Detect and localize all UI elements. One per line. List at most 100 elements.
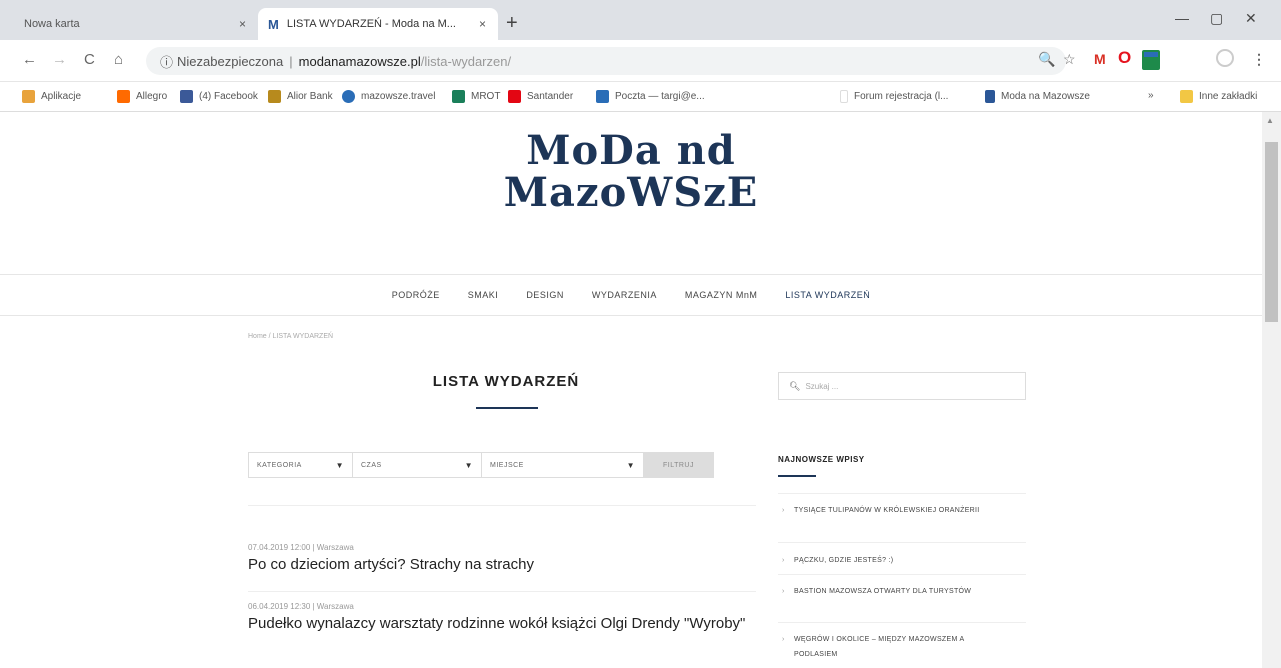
bookmark-aplikacje[interactable]: Aplikacje xyxy=(22,90,81,103)
logo-line-2: MazoWSzE xyxy=(503,169,759,216)
search-icon: 🔍︎ xyxy=(789,380,801,391)
mazowsze-travel-icon xyxy=(342,90,355,103)
tab-label: LISTA WYDARZEŃ - Moda na M... xyxy=(286,18,456,30)
bookmark-alior-bank[interactable]: Alior Bank xyxy=(268,90,333,103)
bookmark-mazowsze-travel[interactable]: mazowsze.travel xyxy=(342,90,435,103)
new-tab-button[interactable]: + xyxy=(506,12,518,35)
profile-icon[interactable] xyxy=(1216,49,1234,67)
site-favicon-icon: M xyxy=(268,16,279,32)
bullet-icon: › xyxy=(782,557,785,564)
nav-smaki[interactable]: SMAKI xyxy=(454,290,513,300)
gmail-extension-icon[interactable]: M xyxy=(1094,51,1106,67)
tab-close-icon[interactable]: × xyxy=(239,17,246,31)
page-title: LISTA WYDARZEŃ xyxy=(432,373,580,390)
bookmark-allegro[interactable]: Allegro xyxy=(117,90,167,103)
event-meta: 06.04.2019 12:30 | Warszawa xyxy=(248,602,354,611)
tab-new-tab[interactable]: Nowa karta × xyxy=(14,8,258,40)
browser-tab-bar: Nowa karta × M LISTA WYDARZEŃ - Moda na … xyxy=(0,0,1281,40)
divider xyxy=(778,622,1026,623)
event-title-link[interactable]: Po co dzieciom artyści? Strachy na strac… xyxy=(248,555,768,575)
outlook-icon xyxy=(596,90,609,103)
apps-icon xyxy=(22,90,35,103)
tab-label: Nowa karta xyxy=(24,18,80,30)
reload-icon[interactable]: C xyxy=(84,51,95,68)
chevron-down-icon: ▼ xyxy=(626,460,635,470)
bookmark-mrot[interactable]: MROT xyxy=(452,90,500,103)
url-path: /lista-wydarzen/ xyxy=(420,53,512,69)
title-underline xyxy=(476,407,538,409)
close-window-button[interactable]: ✕ xyxy=(1245,10,1257,27)
recent-post-link[interactable]: › TYSIĄCE TULIPANÓW W KRÓLEWSKIEJ ORANŻE… xyxy=(782,503,1002,518)
tab-close-icon[interactable]: × xyxy=(479,17,486,31)
divider xyxy=(248,591,756,592)
nav-magazyn[interactable]: MAGAZYN MnM xyxy=(671,290,772,300)
security-label: Niezabezpieczona xyxy=(177,53,284,69)
recent-post-link[interactable]: › WĘGRÓW I OKOLICE – MIĘDZY MAZOWSZEM A … xyxy=(782,632,1002,662)
nav-podroze[interactable]: PODRÓŻE xyxy=(378,290,454,300)
breadcrumb[interactable]: Home / LISTA WYDARZEŃ xyxy=(248,333,333,340)
time-select-label: CZAS xyxy=(361,461,382,469)
allegro-icon xyxy=(117,90,130,103)
search-placeholder: Szukaj ... xyxy=(805,381,839,391)
bookmark-forum[interactable]: Forum rejestracja (l... xyxy=(840,90,948,103)
minimize-button[interactable]: — xyxy=(1175,10,1189,26)
tab-lista-wydarzen[interactable]: M LISTA WYDARZEŃ - Moda na M... × xyxy=(258,8,498,40)
bookmarks-overflow-button[interactable]: » xyxy=(1148,90,1154,101)
scroll-up-icon[interactable]: ▲ xyxy=(1266,116,1274,125)
folder-icon xyxy=(1180,90,1193,103)
search-input[interactable]: 🔍︎ Szukaj ... xyxy=(778,372,1026,400)
zoom-icon[interactable]: 🔍 xyxy=(1038,51,1055,68)
menu-icon[interactable]: ⋮ xyxy=(1252,51,1266,68)
nav-lista-wydarzen[interactable]: LISTA WYDARZEŃ xyxy=(771,290,884,300)
bookmarks-bar: Aplikacje Allegro (4) Facebook Alior Ban… xyxy=(0,82,1281,112)
address-bar[interactable]: ⓘ Niezabezpieczona | modanamazowsze.pl /… xyxy=(146,47,1066,75)
opera-extension-icon[interactable]: O xyxy=(1118,48,1131,68)
chevron-down-icon: ▼ xyxy=(335,460,344,470)
address-separator: | xyxy=(289,53,293,69)
maximize-button[interactable]: ▢ xyxy=(1210,10,1223,27)
recent-post-link[interactable]: › BASTION MAZOWSZA OTWARTY DLA TURYSTÓW xyxy=(782,584,1002,599)
facebook-icon xyxy=(180,90,193,103)
browser-toolbar: ← → C ⌂ ⓘ Niezabezpieczona | modanamazow… xyxy=(0,40,1281,82)
place-select[interactable]: MIEJSCE ▼ xyxy=(482,453,644,477)
bookmark-moda-na-mazowsze[interactable]: Moda na Mazowsze xyxy=(985,90,1090,103)
nav-design[interactable]: DESIGN xyxy=(512,290,578,300)
back-icon[interactable]: ← xyxy=(22,51,37,68)
bookmark-facebook[interactable]: (4) Facebook xyxy=(180,90,258,103)
divider xyxy=(778,542,1026,543)
url-host: modanamazowsze.pl xyxy=(298,53,421,69)
bookmark-star-icon[interactable]: ☆ xyxy=(1063,51,1076,68)
time-select[interactable]: CZAS ▼ xyxy=(353,453,482,477)
info-icon[interactable]: ⓘ xyxy=(160,52,173,71)
page-icon xyxy=(840,90,848,103)
bullet-icon: › xyxy=(782,507,785,514)
extension-icon[interactable] xyxy=(1142,50,1160,70)
forward-icon[interactable]: → xyxy=(52,51,67,68)
nav-wydarzenia[interactable]: WYDARZENIA xyxy=(578,290,671,300)
chevron-down-icon: ▼ xyxy=(464,460,473,470)
main-navigation: PODRÓŻE SMAKI DESIGN WYDARZENIA MAGAZYN … xyxy=(0,274,1262,316)
category-select[interactable]: KATEGORIA ▼ xyxy=(249,453,353,477)
home-icon[interactable]: ⌂ xyxy=(114,51,123,68)
divider xyxy=(778,574,1026,575)
recent-post-link[interactable]: › PĄCZKU, GDZIE JESTEŚ? :) xyxy=(782,553,1002,568)
site-logo[interactable]: MoDa nd MazoWSzE xyxy=(0,130,1262,214)
bookmark-poczta[interactable]: Poczta — targi@e... xyxy=(596,90,705,103)
page-scrollbar[interactable]: ▲ xyxy=(1262,112,1281,668)
scroll-thumb[interactable] xyxy=(1265,142,1278,322)
santander-icon xyxy=(508,90,521,103)
category-select-label: KATEGORIA xyxy=(257,461,302,469)
place-select-label: MIEJSCE xyxy=(490,461,524,469)
sidebar-heading: NAJNOWSZE WPISY xyxy=(778,455,865,464)
bullet-icon: › xyxy=(782,588,785,595)
sidebar-heading-underline xyxy=(778,475,816,477)
event-item[interactable]: 07.04.2019 12:00 | Warszawa Po co dzieci… xyxy=(248,543,768,575)
divider xyxy=(778,493,1026,494)
bookmark-santander[interactable]: Santander xyxy=(508,90,573,103)
alior-bank-icon xyxy=(268,90,281,103)
filter-button[interactable]: FILTRUJ xyxy=(644,453,713,477)
moda-na-mazowsze-icon xyxy=(985,90,995,103)
event-title-link[interactable]: Pudełko wynalazcy warsztaty rodzinne wok… xyxy=(248,614,768,634)
event-item[interactable]: 06.04.2019 12:30 | Warszawa Pudełko wyna… xyxy=(248,602,768,634)
bookmark-inne-zakladki[interactable]: Inne zakładki xyxy=(1180,90,1257,103)
